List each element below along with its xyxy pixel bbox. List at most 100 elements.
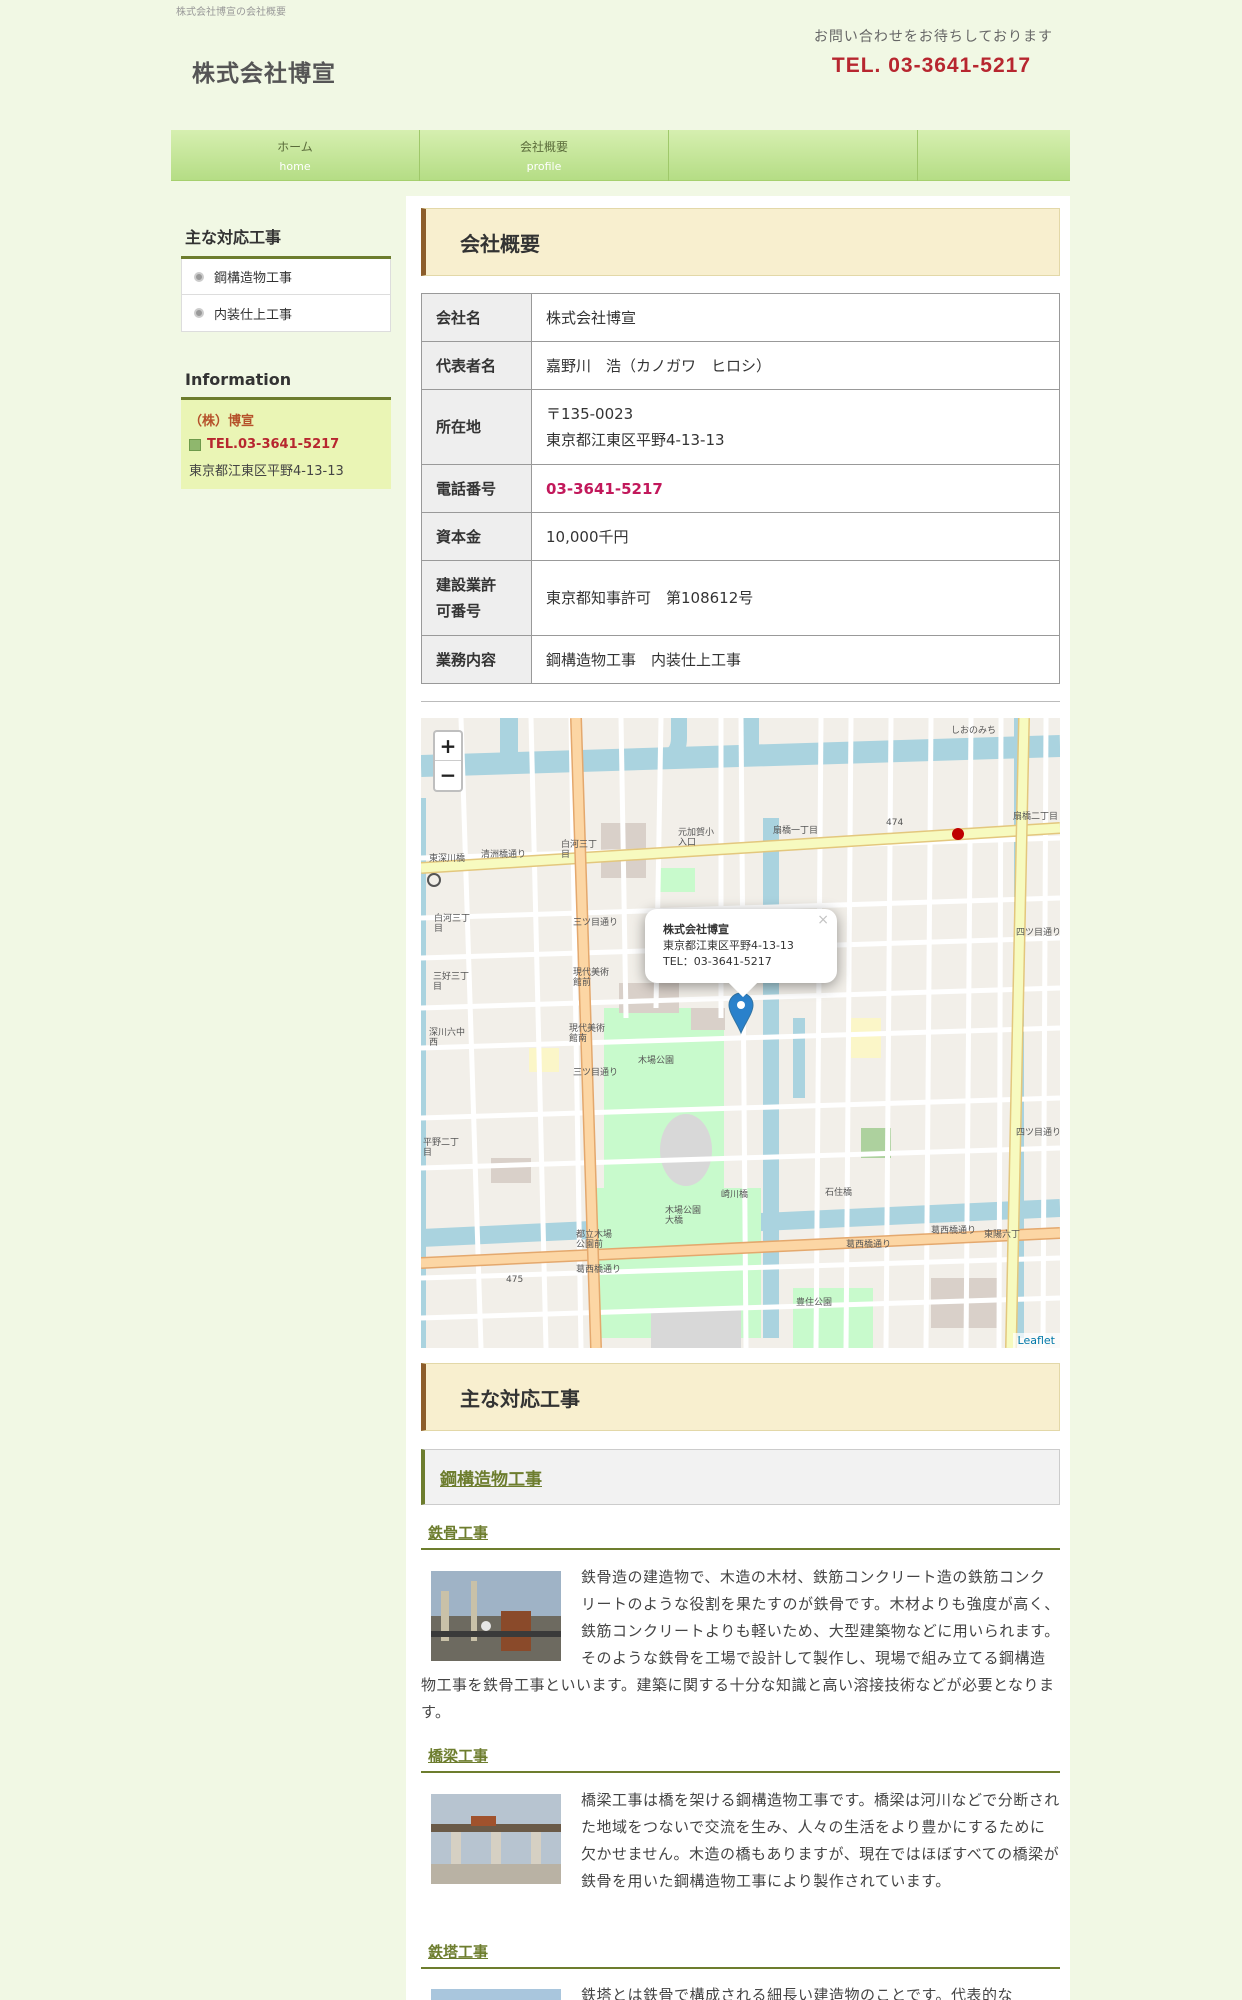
nav-profile-label: 会社概要 [519,140,568,154]
work-link-bridge[interactable]: 橋梁工事 [428,1747,488,1765]
map-label: 白河三丁 目 [561,840,598,860]
table-row: 代表者名 嘉野川 浩（カノガワ ヒロシ） [421,341,1060,390]
work-section-steel: 鉄骨造の建造物で、木造の木材、鉄筋コンクリート造の鉄筋コンクリートのような役割を… [421,1564,1060,1726]
tower-photo [431,1989,561,2000]
sidebar-services-heading: 主な対応工事 [181,220,391,259]
map-label: 平野二丁 目 [423,1138,460,1158]
sidebar-item-steel[interactable]: 鋼構造物工事 [182,259,390,295]
bullet-icon [194,308,204,318]
map-label: 扇橋二丁目 [1013,812,1059,822]
map-label: 474 [886,818,904,828]
sidebar-item-label: 鋼構造物工事 [214,271,293,286]
company-table: 会社名 株式会社博宣 代表者名 嘉野川 浩（カノガワ ヒロシ） 所在地 〒135… [421,293,1060,684]
map-attribution-link[interactable]: Leaflet [1012,1333,1060,1348]
info-address: 東京都江東区平野4-13-13 [189,464,344,479]
site-title[interactable]: 株式会社博宣 [192,54,336,88]
map-label: 崎川橋 [721,1190,749,1200]
table-label: 資本金 [421,512,532,561]
info-company: （株）博宣 [189,414,255,429]
map-label: 四ツ目通り [1016,1128,1060,1138]
works-category-link[interactable]: 鋼構造物工事 [440,1465,542,1490]
sidebar-item-interior[interactable]: 内装仕上工事 [182,295,390,331]
sidebar-info-heading: Information [181,366,391,400]
popup-address: 東京都江東区平野4-13-13 [663,939,794,952]
table-row: 所在地 〒135-0023 東京都江東区平野4-13-13 [421,389,1060,465]
map-label: 四ツ目通り [1016,928,1060,938]
info-tel-text: TEL.03-3641-5217 [207,437,340,452]
table-row: 電話番号 03-3641-5217 [421,464,1060,513]
table-value: 鋼構造物工事 内装仕上工事 [531,635,1060,684]
map-label: 都立木場 公園前 [576,1230,613,1250]
table-value: 東京都知事許可 第108612号 [531,560,1060,636]
map-label: 葛西橋通り [576,1265,622,1275]
header-tel[interactable]: TEL. 03-3641-5217 [832,54,1031,78]
divider [421,701,1060,702]
nav-home[interactable]: ホーム home [171,130,420,181]
nav-empty-slot [669,130,918,181]
map-label: 現代美術 館前 [573,968,610,988]
map-label: 木場公園 [638,1056,675,1066]
sidebar-item-label: 内装仕上工事 [214,307,293,323]
work-link-steel[interactable]: 鉄骨工事 [428,1524,488,1542]
global-nav: ホーム home 会社概要 profile [171,130,1070,181]
table-label: 電話番号 [421,464,532,513]
work-text-bridge: 橋梁工事は橋を架ける鋼構造物工事です。橋梁は河川などで分断された地域をつないで交… [581,1791,1060,1890]
table-row: 資本金 10,000千円 [421,512,1060,561]
table-row: 建設業許 可番号 東京都知事許可 第108612号 [421,560,1060,636]
bridge-photo [431,1794,561,1884]
table-value: 嘉野川 浩（カノガワ ヒロシ） [531,341,1060,390]
map-label: 葛西橋通り [846,1240,892,1250]
work-section-bridge: 橋梁工事は橋を架ける鋼構造物工事です。橋梁は河川などで分断された地域をつないで交… [421,1787,1060,1895]
bullet-icon [194,271,204,282]
table-value: 〒135-0023 東京都江東区平野4-13-13 [531,389,1060,465]
map[interactable]: しおのみち 扇橋二丁目 474 元加賀小 入口 扇橋一丁目 白河三丁 目東深川橋 清洲橋通り… [421,718,1060,1348]
map-popup: × 株式会社博宣 東京都江東区平野4-13-13 TEL：03-3641-521… [645,909,837,998]
table-row: 業務内容 鋼構造物工事 内装仕上工事 [421,635,1060,684]
map-label: 深川六中 西 [429,1028,466,1048]
map-label: 扇橋一丁目 [773,826,819,836]
table-label: 建設業許 可番号 [421,560,532,636]
steel-frame-photo [431,1571,561,1661]
map-label: 東陽六丁 [984,1230,1021,1240]
map-label: 東深川橋 [429,854,466,864]
popup-close-button[interactable]: × [817,912,829,928]
map-label: 元加賀小 入口 [678,828,715,848]
map-label: 豊住公園 [796,1298,833,1308]
nav-profile[interactable]: 会社概要 profile [420,130,669,181]
map-label: 三好三丁 目 [433,972,470,992]
work-text-tower: 鉄塔とは鉄骨で構成される細長い建造物のことです。代表的な [581,1986,1014,2000]
map-label: 石住橋 [825,1188,853,1198]
table-value: 株式会社博宣 [531,293,1060,342]
table-label: 会社名 [421,293,532,342]
header-caption: 株式会社博宣の会社概要 [176,7,286,18]
table-value-phone[interactable]: 03-3641-5217 [531,464,1060,513]
map-labels: しおのみち 扇橋二丁目 474 元加賀小 入口 扇橋一丁目 白河三丁 目東深川橋 清洲橋通り… [421,718,1060,1348]
work-link-tower[interactable]: 鉄塔工事 [428,1943,488,1961]
info-tel[interactable]: TEL.03-3641-5217 [189,437,383,452]
map-label: 白河三丁 目 [434,914,471,934]
zoom-out-button[interactable]: − [435,761,461,790]
zoom-in-button[interactable]: + [435,732,461,761]
map-zoom-control: + − [433,730,463,792]
table-row: 会社名 株式会社博宣 [421,293,1060,342]
map-label: 三ツ目通り [573,918,619,928]
profile-heading: 会社概要 [421,208,1060,276]
info-box: （株）博宣 TEL.03-3641-5217 東京都江東区平野4-13-13 [181,400,391,489]
map-label: 現代美術 館南 [569,1024,606,1044]
table-label: 代表者名 [421,341,532,390]
sidebar-services-list: 鋼構造物工事 内装仕上工事 [181,259,391,332]
work-heading-steel: 鉄骨工事 [421,1522,1060,1550]
works-heading: 主な対応工事 [421,1363,1060,1431]
nav-profile-sub: profile [526,160,562,173]
map-label: 清洲橋通り [481,850,527,860]
work-section-tower: 鉄塔とは鉄骨で構成される細長い建造物のことです。代表的な [421,1982,1060,2000]
table-label: 業務内容 [421,635,532,684]
map-label: しおのみち [951,726,997,736]
nav-home-sub: home [279,160,311,173]
map-label: 葛西橋通り [931,1226,977,1236]
map-label: 475 [506,1275,524,1285]
works-category-heading: 鋼構造物工事 [421,1449,1060,1505]
popup-tel: TEL：03-3641-5217 [663,955,772,968]
table-value: 10,000千円 [531,512,1060,561]
phone-icon [189,438,201,451]
